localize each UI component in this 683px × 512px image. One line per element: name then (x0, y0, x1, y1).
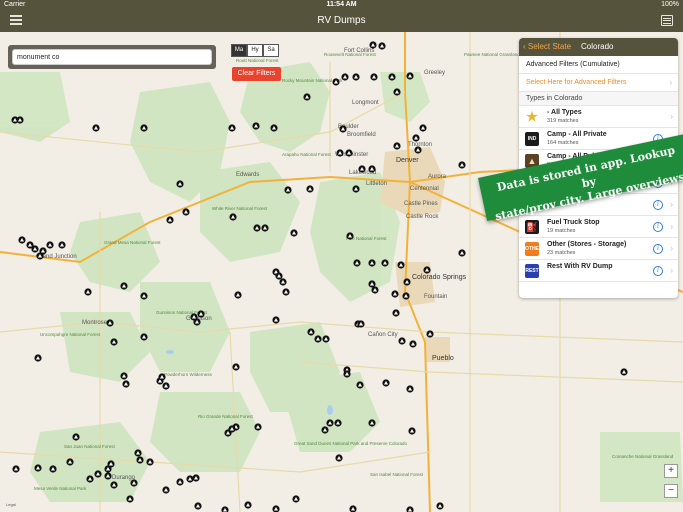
type-name: Other (Stores - Storage) (547, 241, 627, 248)
map-type-satellite[interactable]: Sa (263, 44, 279, 57)
state-title: Colorado (581, 42, 614, 51)
chevron-right-icon: › (670, 112, 673, 121)
map-label-fountain: Fountain (424, 294, 447, 300)
star-icon: ★ (525, 109, 539, 124)
map-label-aurora: Aurora (428, 174, 447, 180)
map-label-castle-pines: Castle Pines (404, 201, 438, 207)
chevron-right-icon: › (670, 244, 673, 253)
map-type-selector: Ma Hy Sa (231, 44, 279, 57)
list-view-icon[interactable] (661, 15, 673, 26)
map-label-san-juan-nf: San Juan National Forest (64, 444, 116, 449)
map-label-edwards: Edwards (236, 172, 259, 178)
type-count: 164 matches (547, 140, 579, 146)
map-label-castle-rock: Castle Rock (406, 214, 439, 220)
map-label-pueblo: Pueblo (432, 355, 454, 362)
search-panel (8, 45, 216, 69)
type-name: Camp - All Private (547, 131, 607, 138)
info-icon[interactable]: i (653, 266, 663, 276)
type-count: 319 matches (547, 118, 579, 124)
map-label-denver: Denver (396, 157, 419, 164)
ind-icon: IND (525, 132, 539, 146)
nav-bar: RV Dumps (0, 10, 683, 32)
types-section-title: Types in Colorado (519, 92, 678, 106)
map-label-montrose: Montrose (82, 320, 108, 326)
clear-filters-button[interactable]: Clear Filters (232, 67, 281, 81)
battery-label: 100% (661, 1, 679, 8)
advanced-filters-link[interactable]: Select Here for Advanced Filters › (519, 74, 678, 92)
chevron-right-icon: › (670, 222, 673, 231)
map-label-broomfield: Broomfield (347, 132, 376, 138)
map-label-rio-grande-nf: Rio Grande National Forest (198, 414, 254, 419)
type-list-item[interactable]: REST Rest With RV Dump i › (519, 260, 678, 282)
fuel-icon: ⛽ (525, 220, 539, 234)
advanced-filters-link-label: Select Here for Advanced Filters (526, 79, 627, 86)
map-label-mesa-verde: Mesa Verde National Park (34, 486, 87, 491)
info-icon[interactable]: i (653, 222, 663, 232)
map-label-routt-nf: Routt National Forest (236, 58, 279, 63)
info-icon[interactable]: i (653, 244, 663, 254)
map-label-pawnee-ng: Pawnee National Grassland (464, 52, 520, 57)
type-count: 23 matches (547, 250, 576, 256)
info-icon[interactable]: i (653, 200, 663, 210)
map-label-uncompahgre-nf: Uncompahgre National Forest (40, 332, 101, 337)
zoom-in-button[interactable]: + (664, 464, 678, 478)
type-list-item[interactable]: OTHER Other (Stores - Storage) 23 matches i… (519, 238, 678, 260)
type-list-item[interactable]: ★ - All Types 319 matches › (519, 106, 678, 128)
map-label-colorado-springs: Colorado Springs (412, 274, 467, 281)
map-label-san-isabel-nf: San Isabel National Forest (370, 472, 424, 477)
chevron-right-icon: › (670, 200, 673, 209)
search-input[interactable] (12, 49, 212, 65)
page-title: RV Dumps (317, 15, 366, 26)
map-label-white-river-nf: White River National Forest (212, 206, 268, 211)
map-label-great-sand-dunes: Great Sand Dunes National Park and Prese… (294, 441, 408, 446)
map-label-arapaho-nf: Arapaho National Forest (282, 152, 332, 157)
type-name: Fuel Truck Stop (547, 219, 600, 226)
advanced-filters-title: Advanced Filters (Cumulative) (519, 56, 678, 74)
legal-link[interactable]: Legal (6, 502, 16, 507)
rest-icon: REST (525, 264, 539, 278)
map-type-map[interactable]: Ma (231, 44, 247, 57)
type-name: - All Types (547, 109, 582, 116)
back-button[interactable]: ‹ Select State (523, 42, 571, 51)
map-type-hybrid[interactable]: Hy (247, 44, 263, 57)
map-label-roosevelt-nf: Roosevelt National Forest (324, 52, 377, 57)
chevron-right-icon: › (669, 78, 672, 87)
panel-header: ‹ Select State Colorado (519, 38, 678, 56)
type-list-item[interactable]: ⛽ Fuel Truck Stop 19 matches i › (519, 216, 678, 238)
status-bar: Carrier 11:54 AM 100% (0, 0, 683, 10)
map-label-longmont: Longmont (352, 100, 379, 106)
map-label-greeley: Greeley (424, 70, 445, 76)
map-label-powderhorn: Powderhorn Wilderness (164, 372, 213, 377)
clock: 11:54 AM (326, 1, 357, 8)
type-count: 19 matches (547, 228, 576, 234)
map-label-comanche-ng: Comanche National Grassland (612, 454, 674, 459)
type-name: Rest With RV Dump (547, 263, 613, 270)
other-icon: OTHER (525, 242, 543, 256)
map-label-canon-city: Cañon City (368, 332, 398, 338)
back-label: Select State (527, 42, 572, 51)
map-label-centennial: Centennial (410, 186, 439, 192)
zoom-out-button[interactable]: − (664, 484, 678, 498)
chevron-right-icon: › (670, 266, 673, 275)
map-label-grand-mesa-nf: Grand Mesa National Forest (104, 240, 161, 245)
map-label-littleton: Littleton (366, 181, 387, 187)
